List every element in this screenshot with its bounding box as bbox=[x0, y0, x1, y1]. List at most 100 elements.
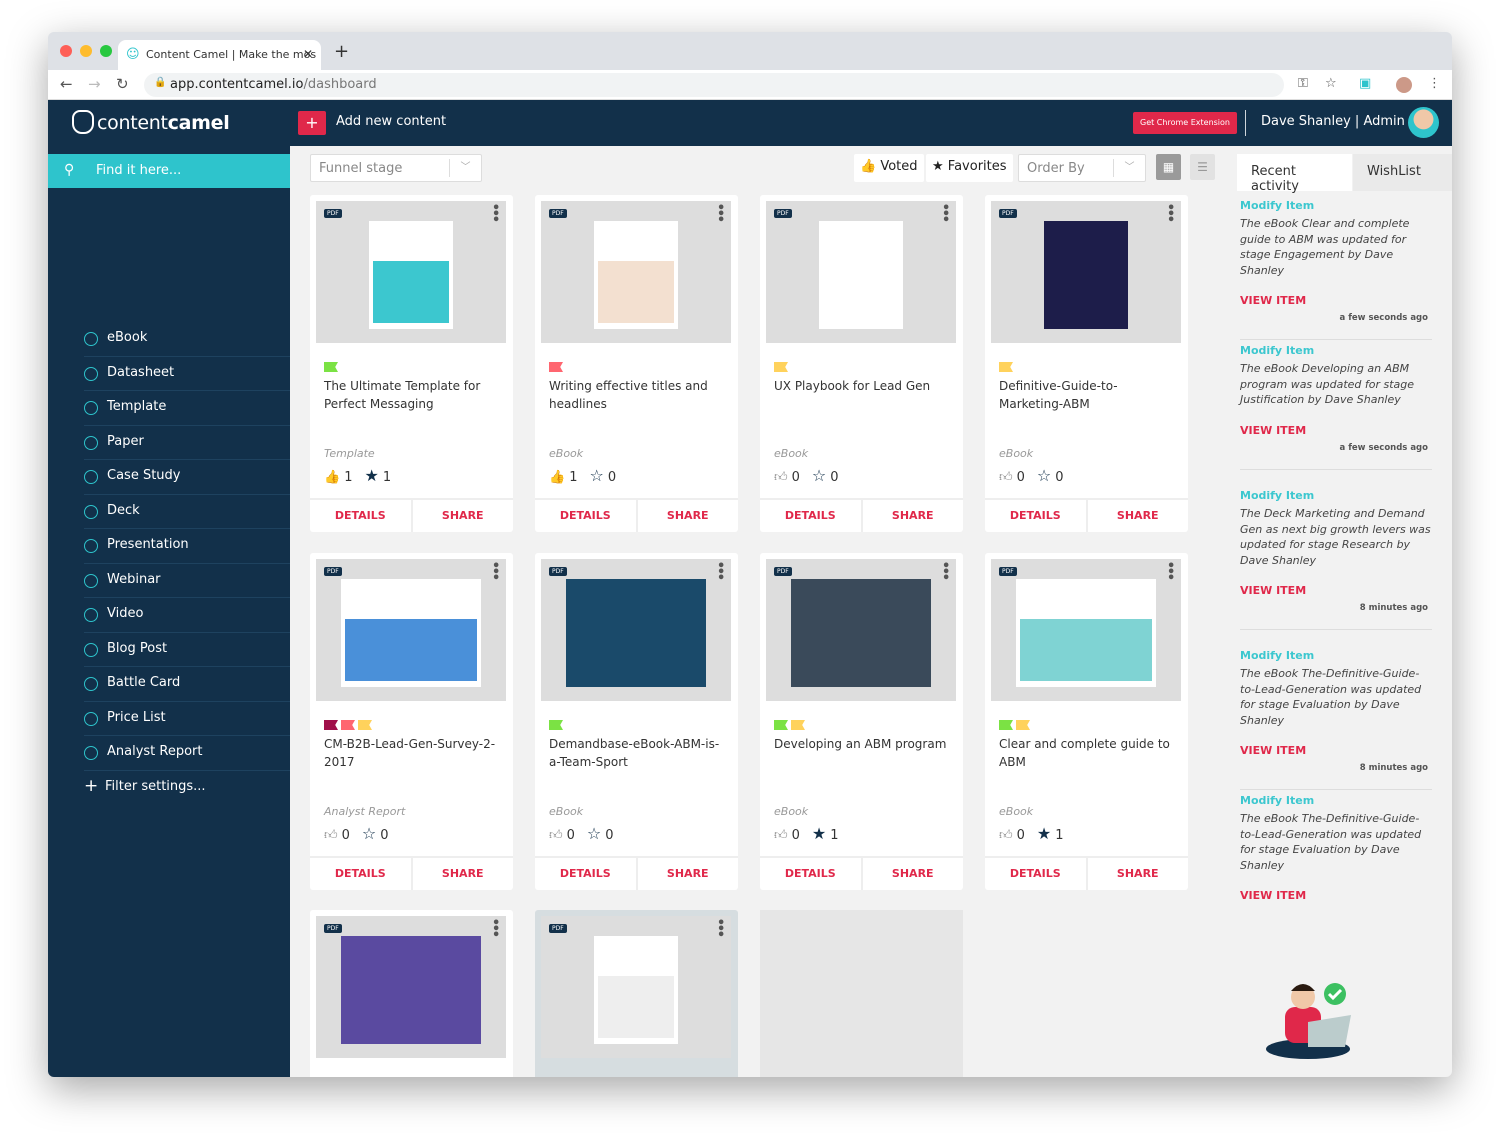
minimize-window-button[interactable] bbox=[80, 45, 92, 57]
thumbs-up-filled-icon[interactable]: 👍 bbox=[549, 470, 565, 485]
share-button[interactable]: SHARE bbox=[635, 500, 739, 532]
more-options-icon[interactable]: • • • bbox=[1167, 560, 1175, 585]
sidebar-item-webinar[interactable]: Webinar bbox=[84, 564, 290, 598]
card-title[interactable]: Demandbase-eBook-ABM-is-a-Team-Sport bbox=[549, 735, 729, 771]
content-card[interactable]: PDF • • • Definitive-Guide-to-Marketing-ABM e… bbox=[985, 195, 1188, 532]
content-card[interactable]: PDF • • • Clear and complete guide to ABM eBo… bbox=[985, 553, 1188, 890]
more-options-icon[interactable]: • • • bbox=[1167, 202, 1175, 227]
browser-tab[interactable]: ☺ Content Camel | Make the mos ✕ bbox=[118, 40, 321, 70]
share-button[interactable]: SHARE bbox=[860, 858, 964, 890]
thumbnail[interactable]: PDF • • • bbox=[991, 201, 1181, 343]
view-item-link[interactable]: VIEW ITEM bbox=[1240, 294, 1432, 307]
more-options-icon[interactable]: • • • bbox=[717, 917, 725, 942]
close-tab-icon[interactable]: ✕ bbox=[303, 47, 313, 61]
close-window-button[interactable] bbox=[60, 45, 72, 57]
thumbnail[interactable]: PDF • • • bbox=[991, 559, 1181, 701]
share-button[interactable]: SHARE bbox=[410, 858, 514, 890]
extension-icon[interactable]: ▣ bbox=[1359, 76, 1371, 91]
star-outline-icon[interactable]: ☆ bbox=[1037, 466, 1051, 485]
star-outline-icon[interactable]: ☆ bbox=[589, 466, 603, 485]
thumbnail[interactable]: PDF • • • bbox=[766, 201, 956, 343]
url-input[interactable]: 🔒 app.contentcamel.io/dashboard bbox=[144, 73, 1284, 97]
bookmark-star-icon[interactable]: ☆ bbox=[1325, 76, 1337, 91]
sidebar-item-analyst-report[interactable]: Analyst Report bbox=[84, 736, 290, 771]
filter-settings-button[interactable]: + Filter settings... bbox=[84, 771, 290, 806]
funnel-stage-select[interactable]: Funnel stage ﹀ bbox=[310, 154, 482, 182]
sidebar-item-presentation[interactable]: Presentation bbox=[84, 529, 290, 564]
thumbs-up-outline-icon[interactable]: 👍︎ bbox=[549, 828, 563, 843]
details-button[interactable]: DETAILS bbox=[310, 858, 411, 890]
content-card[interactable]: PDF • • • Demandbase-eBook-ABM-is-a-Team-Spo… bbox=[535, 553, 738, 890]
maximize-window-button[interactable] bbox=[100, 45, 112, 57]
chrome-extension-button[interactable]: Get Chrome Extension bbox=[1133, 112, 1237, 134]
logo[interactable]: contentcamel bbox=[72, 110, 230, 134]
thumbnail[interactable]: PDF • • • bbox=[541, 559, 731, 701]
order-by-select[interactable]: Order By ﹀ bbox=[1018, 154, 1146, 182]
share-button[interactable]: SHARE bbox=[860, 500, 964, 532]
star-outline-icon[interactable]: ☆ bbox=[812, 466, 826, 485]
thumbs-up-outline-icon[interactable]: 👍︎ bbox=[774, 828, 788, 843]
forward-icon[interactable]: → bbox=[88, 75, 101, 93]
thumbs-up-outline-icon[interactable]: 👍︎ bbox=[999, 828, 1013, 843]
thumbs-up-filled-icon[interactable]: 👍 bbox=[324, 470, 340, 485]
star-outline-icon[interactable]: ☆ bbox=[587, 824, 601, 843]
tab-recent-activity[interactable]: Recent activity bbox=[1237, 154, 1352, 194]
view-item-link[interactable]: VIEW ITEM bbox=[1240, 424, 1432, 437]
sidebar-item-battle-card[interactable]: Battle Card bbox=[84, 667, 290, 702]
more-options-icon[interactable]: • • • bbox=[717, 560, 725, 585]
more-options-icon[interactable]: • • • bbox=[942, 560, 950, 585]
thumbnail[interactable]: PDF • • • bbox=[766, 559, 956, 701]
star-outline-icon[interactable]: ☆ bbox=[362, 824, 376, 843]
sidebar-item-deck[interactable]: Deck bbox=[84, 495, 290, 529]
sidebar-item-ebook[interactable]: eBook bbox=[84, 322, 290, 357]
more-options-icon[interactable]: • • • bbox=[717, 202, 725, 227]
details-button[interactable]: DETAILS bbox=[535, 858, 636, 890]
add-content-button[interactable]: + bbox=[298, 111, 326, 135]
thumbnail[interactable]: PDF • • • bbox=[316, 201, 506, 343]
content-card[interactable]: PDF • • • Writing effective titles and headl… bbox=[535, 195, 738, 532]
favorites-filter-button[interactable]: ★ Favorites bbox=[926, 154, 1013, 182]
star-filled-icon[interactable]: ★ bbox=[812, 824, 826, 843]
content-card[interactable]: PDF • • • The Ultimate Template for Perfect … bbox=[310, 195, 513, 532]
thumbs-up-outline-icon[interactable]: 👍︎ bbox=[324, 828, 338, 843]
key-icon[interactable]: ⚿ bbox=[1298, 76, 1308, 91]
star-filled-icon[interactable]: ★ bbox=[364, 466, 378, 485]
grid-view-button[interactable]: ▦ bbox=[1156, 154, 1181, 180]
card-title[interactable]: Clear and complete guide to ABM bbox=[999, 735, 1179, 771]
thumbs-up-outline-icon[interactable]: 👍︎ bbox=[774, 470, 788, 485]
voted-filter-button[interactable]: 👍 Voted bbox=[854, 154, 924, 182]
card-title[interactable]: UX Playbook for Lead Gen bbox=[774, 377, 954, 395]
card-title[interactable]: Writing effective titles and headlines bbox=[549, 377, 729, 413]
sidebar-item-video[interactable]: Video bbox=[84, 598, 290, 633]
content-card[interactable]: PDF • • • bbox=[310, 910, 513, 1077]
details-button[interactable]: DETAILS bbox=[310, 500, 411, 532]
share-button[interactable]: SHARE bbox=[635, 858, 739, 890]
more-options-icon[interactable]: • • • bbox=[492, 560, 500, 585]
sidebar-item-blog-post[interactable]: Blog Post bbox=[84, 633, 290, 667]
thumbs-up-outline-icon[interactable]: 👍︎ bbox=[999, 470, 1013, 485]
card-title[interactable]: Definitive-Guide-to-Marketing-ABM bbox=[999, 377, 1179, 413]
share-button[interactable]: SHARE bbox=[410, 500, 514, 532]
share-button[interactable]: SHARE bbox=[1085, 500, 1189, 532]
card-title[interactable]: CM-B2B-Lead-Gen-Survey-2-2017 bbox=[324, 735, 504, 771]
thumbnail[interactable]: PDF • • • bbox=[541, 916, 731, 1058]
user-menu[interactable]: Dave Shanley | Admin ▾ bbox=[1261, 114, 1416, 129]
content-card[interactable]: PDF • • • bbox=[535, 910, 738, 1077]
back-icon[interactable]: ← bbox=[60, 75, 73, 93]
thumbnail[interactable]: PDF • • • bbox=[316, 916, 506, 1058]
details-button[interactable]: DETAILS bbox=[760, 858, 861, 890]
reload-icon[interactable]: ↻ bbox=[116, 75, 129, 93]
card-title[interactable]: Developing an ABM program bbox=[774, 735, 954, 753]
thumbnail[interactable]: PDF • • • bbox=[316, 559, 506, 701]
details-button[interactable]: DETAILS bbox=[535, 500, 636, 532]
tab-wishlist[interactable]: WishList bbox=[1353, 154, 1452, 191]
add-content-label[interactable]: Add new content bbox=[336, 114, 446, 129]
sidebar-item-datasheet[interactable]: Datasheet bbox=[84, 357, 290, 391]
view-item-link[interactable]: VIEW ITEM bbox=[1240, 889, 1432, 902]
sidebar-item-paper[interactable]: Paper bbox=[84, 426, 290, 460]
more-options-icon[interactable]: • • • bbox=[492, 917, 500, 942]
new-tab-button[interactable]: + bbox=[334, 41, 349, 62]
thumbnail[interactable]: PDF • • • bbox=[541, 201, 731, 343]
share-button[interactable]: SHARE bbox=[1085, 858, 1189, 890]
list-view-button[interactable]: ☰ bbox=[1190, 154, 1215, 180]
